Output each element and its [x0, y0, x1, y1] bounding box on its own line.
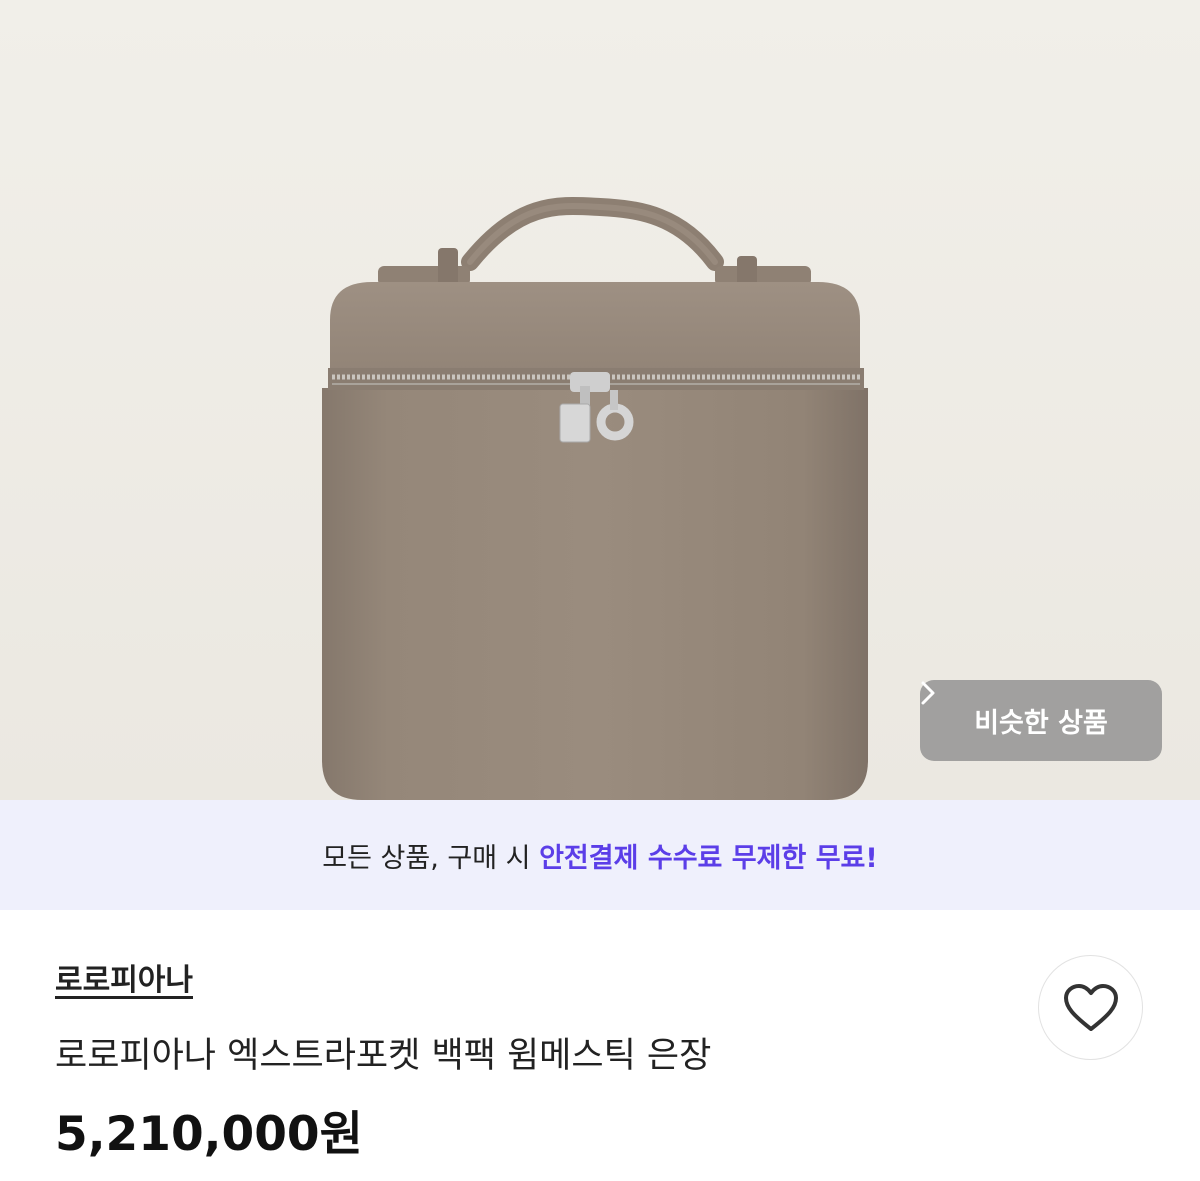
similar-products-button[interactable]: 비슷한 상품: [920, 680, 1162, 761]
similar-products-label: 비슷한 상품: [974, 708, 1108, 739]
like-button[interactable]: [1038, 955, 1143, 1060]
promo-text: 모든 상품, 구매 시: [322, 842, 540, 874]
chevron-right-icon: [921, 681, 935, 705]
product-title: 로로피아나 엑스트라포켓 백팩 윔메스틱 은장: [55, 1036, 712, 1076]
promo-banner[interactable]: 모든 상품, 구매 시 안전결제 수수료 무제한 무료!: [0, 800, 1200, 910]
heart-outline-icon: [1063, 983, 1118, 1031]
product-detail-page: 비슷한 상품 모든 상품, 구매 시 안전결제 수수료 무제한 무료! 로로피아…: [0, 0, 1200, 1181]
brand-link[interactable]: 로로피아나: [55, 955, 193, 999]
product-image[interactable]: 비슷한 상품: [0, 0, 1200, 800]
product-price: 5,210,000원: [55, 1107, 363, 1162]
promo-highlight: 안전결제 수수료 무제한 무료!: [539, 842, 878, 874]
